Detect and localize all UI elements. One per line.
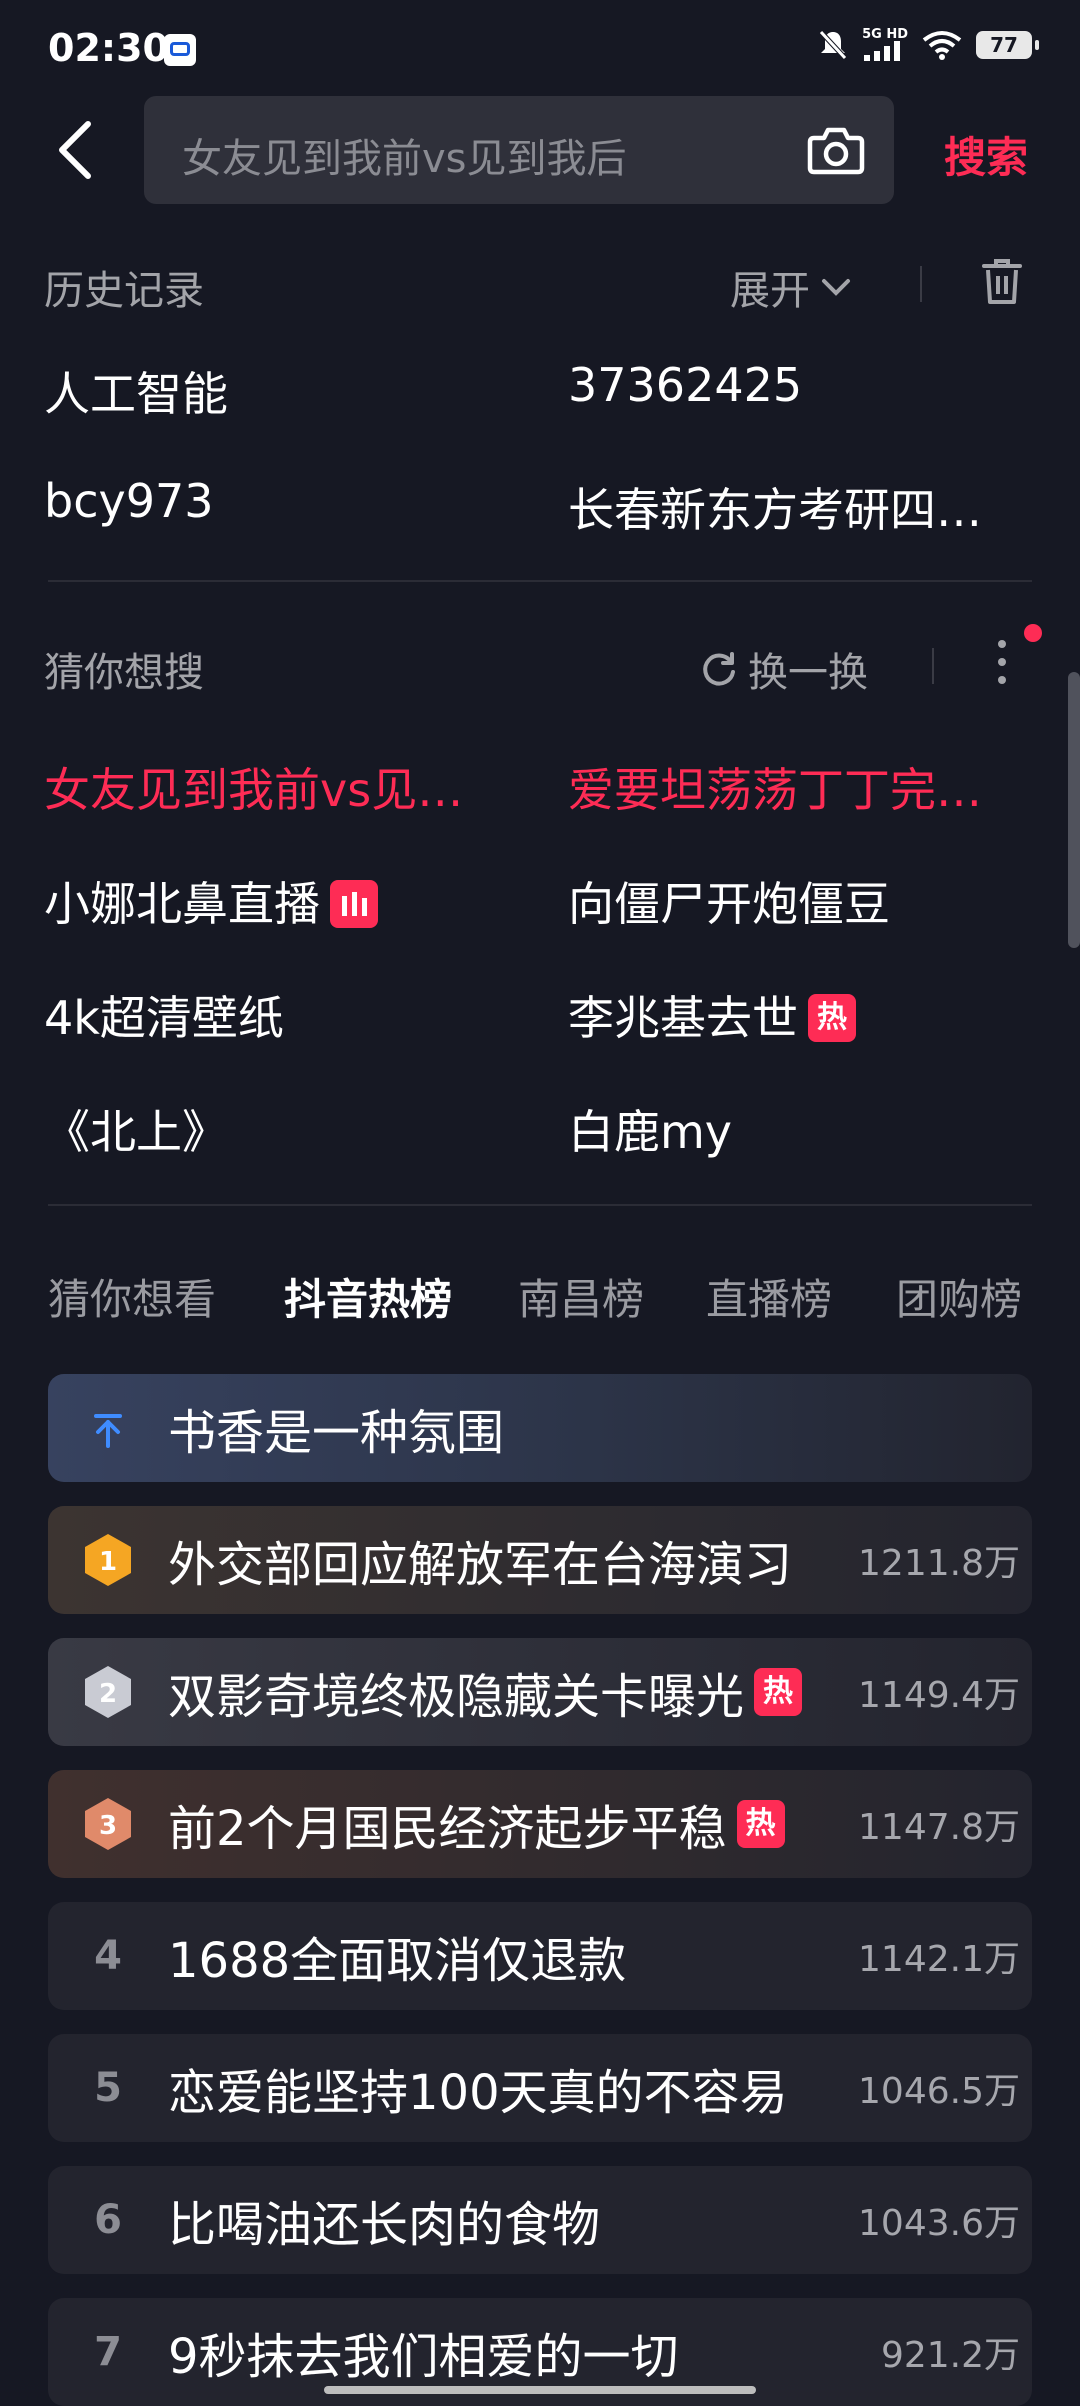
back-arrow-icon: [59, 121, 91, 179]
search-button[interactable]: 搜索: [944, 124, 1028, 185]
app-notification-icon: [164, 34, 196, 66]
hot-value: 1043.6万: [858, 2203, 1020, 2244]
hot-list-title: 9秒抹去我们相爱的一切: [168, 2329, 679, 2385]
rank-number: 7: [94, 2329, 122, 2375]
notification-dot: [1024, 624, 1042, 642]
wifi-icon: [922, 30, 962, 60]
expand-label: 展开: [730, 268, 810, 314]
guess-item[interactable]: 女友见到我前vs见…: [44, 754, 463, 820]
divider: [932, 648, 934, 684]
more-vertical-icon: [998, 640, 1006, 684]
hot-badge: 热: [808, 993, 856, 1042]
guess-item[interactable]: 《北上》: [44, 1096, 228, 1162]
hot-list-row[interactable]: 4 1688全面取消仅退款 1142.1万: [48, 1902, 1032, 2010]
mute-icon: [819, 29, 847, 60]
hot-list-row[interactable]: 1 外交部回应解放军在台海演习 1211.8万: [48, 1506, 1032, 1614]
hot-value: 1149.4万: [858, 1675, 1020, 1716]
history-item[interactable]: 37362425: [568, 358, 802, 412]
tab-nanchang[interactable]: 南昌榜: [518, 1266, 644, 1327]
camera-search-button[interactable]: [804, 118, 868, 182]
hot-value: 1046.5万: [858, 2071, 1020, 2112]
hot-list-title-wrap: 前2个月国民经济起步平稳热: [168, 1789, 858, 1859]
hot-list-row[interactable]: 3 前2个月国民经济起步平稳热 1147.8万: [48, 1770, 1032, 1878]
hot-list-row[interactable]: 书香是一种氛围: [48, 1374, 1032, 1482]
hot-value: 921.2万: [880, 2335, 1020, 2376]
trash-icon: [982, 259, 1022, 304]
hot-badge: 热: [754, 1668, 803, 1716]
history-item[interactable]: 长春新东方考研四…: [568, 474, 982, 540]
tab-group-buy[interactable]: 团购榜: [896, 1266, 1022, 1327]
refresh-icon: [703, 652, 735, 686]
rank-number: 3: [99, 1811, 117, 1841]
guess-item-label: 小娜北鼻直播: [44, 877, 320, 931]
history-item[interactable]: bcy973: [44, 474, 214, 528]
battery-icon: 77: [976, 30, 1039, 59]
home-indicator[interactable]: [324, 2386, 756, 2394]
hot-value: 1142.1万: [858, 1939, 1020, 1980]
guess-title: 猜你想搜: [44, 650, 204, 696]
pinned-marker: [48, 1405, 168, 1451]
status-time: 02:30: [48, 26, 169, 70]
hot-list-title: 双影奇境终极隐藏关卡曝光: [168, 1669, 745, 1725]
hot-list-title-wrap: 双影奇境终极隐藏关卡曝光热: [168, 1657, 858, 1727]
refresh-button[interactable]: 换一换: [698, 640, 868, 698]
pin-top-icon: [94, 1414, 122, 1448]
camera-icon: [807, 127, 865, 175]
more-options-button[interactable]: [990, 636, 1014, 688]
rank-number: 5: [94, 2065, 122, 2111]
status-icons: 5G HD 77: [818, 27, 1039, 61]
rank-number: 4: [94, 1933, 122, 1979]
guess-item[interactable]: 李兆基去世热: [568, 982, 856, 1048]
hot-value: 1211.8万: [858, 1543, 1020, 1584]
guess-item-label: 李兆基去世: [568, 991, 798, 1045]
history-item[interactable]: 人工智能: [44, 358, 228, 424]
divider: [920, 266, 922, 302]
hot-list-row[interactable]: 2 双影奇境终极隐藏关卡曝光热 1149.4万: [48, 1638, 1032, 1746]
refresh-label: 换一换: [748, 650, 868, 696]
tab-douyin-hot[interactable]: 抖音热榜: [284, 1266, 452, 1327]
scrollbar[interactable]: [1068, 672, 1080, 948]
hot-list-title: 前2个月国民经济起步平稳: [168, 1801, 727, 1857]
history-title: 历史记录: [44, 268, 204, 314]
hot-list-title: 1688全面取消仅退款: [168, 1933, 627, 1989]
guess-item[interactable]: 向僵尸开炮僵豆: [568, 868, 890, 934]
hot-list-title: 恋爱能坚持100天真的不容易: [168, 2065, 788, 2121]
tab-live[interactable]: 直播榜: [706, 1266, 832, 1327]
section-divider: [48, 580, 1032, 582]
history-expand-button[interactable]: 展开: [730, 258, 856, 316]
hot-list-title: 外交部回应解放军在台海演习: [168, 1537, 793, 1593]
live-badge-icon: [330, 879, 378, 928]
rank-number: 2: [99, 1679, 117, 1709]
bronze-medal-icon: 3: [82, 1796, 134, 1852]
hot-list-row[interactable]: 6 比喝油还长肉的食物 1043.6万: [48, 2166, 1032, 2274]
hot-list-row[interactable]: 5 恋爱能坚持100天真的不容易 1046.5万: [48, 2034, 1032, 2142]
hot-badge: 热: [736, 1800, 785, 1848]
rank-number: 1: [99, 1547, 117, 1577]
hot-list-title: 书香是一种氛围: [168, 1405, 505, 1461]
guess-item[interactable]: 白鹿my: [568, 1096, 732, 1162]
signal-icon: [864, 41, 901, 61]
rank-number: 6: [94, 2197, 122, 2243]
search-placeholder: 女友见到我前vs见到我后: [182, 136, 627, 182]
guess-item[interactable]: 爱要坦荡荡丁丁完…: [568, 754, 982, 820]
guess-item[interactable]: 4k超清壁纸: [44, 982, 284, 1048]
guess-item[interactable]: 小娜北鼻直播: [44, 868, 378, 934]
section-divider: [48, 1204, 1032, 1206]
tab-guess-watch[interactable]: 猜你想看: [48, 1266, 216, 1327]
network-label: 5G HD: [862, 27, 908, 42]
hot-list-title: 比喝油还长肉的食物: [168, 2197, 601, 2253]
clear-history-button[interactable]: [978, 256, 1026, 308]
gold-medal-icon: 1: [82, 1532, 134, 1588]
back-button[interactable]: [46, 110, 106, 190]
chevron-down-icon: [822, 279, 850, 296]
silver-medal-icon: 2: [82, 1664, 134, 1720]
hot-value: 1147.8万: [858, 1807, 1020, 1848]
